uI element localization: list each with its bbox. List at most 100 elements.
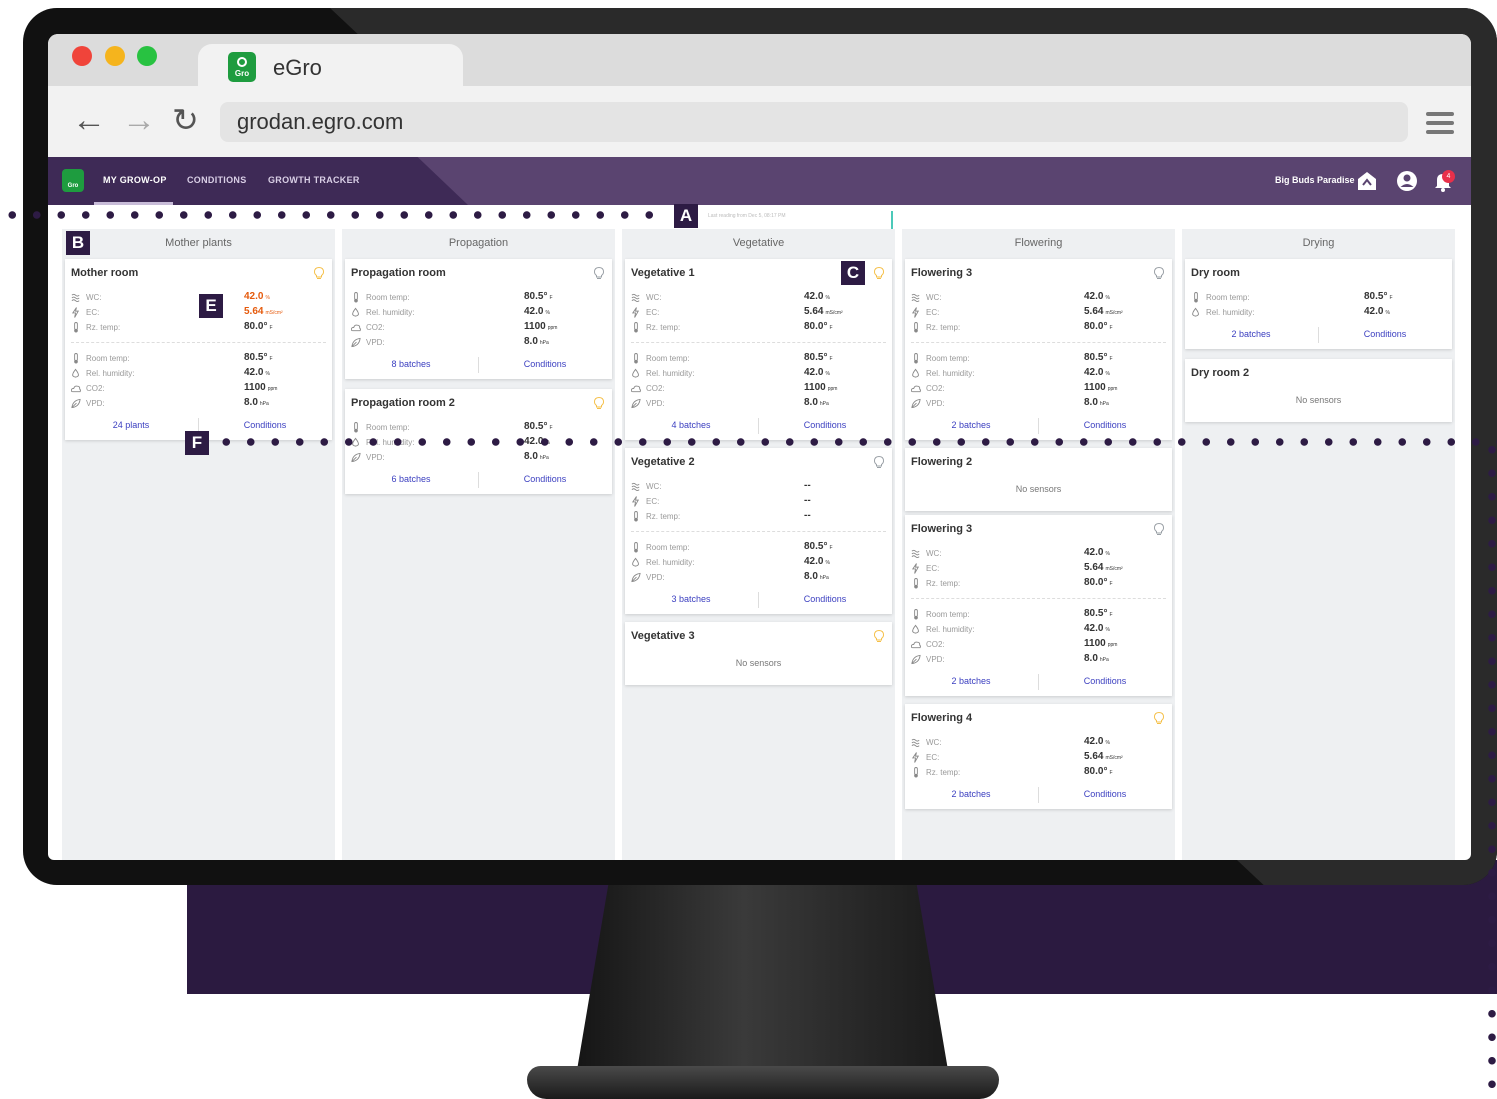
sensor-label: EC: bbox=[926, 564, 940, 573]
room-card[interactable]: Mother room WC: 42.0% EC: 5.64 mS/cm² Rz. temp… bbox=[65, 259, 332, 440]
room-card[interactable]: Vegetative 3 No sensors bbox=[625, 622, 892, 685]
sensor-row: VPD: 8.0 hPa bbox=[631, 397, 889, 411]
window-maximize-button[interactable] bbox=[137, 46, 157, 66]
water-content-icon bbox=[911, 549, 920, 559]
sensor-row: Room temp: 80.5° F bbox=[71, 352, 329, 366]
footer-separator bbox=[1038, 787, 1039, 803]
sensor-row: CO2: 1100 ppm bbox=[631, 382, 889, 396]
sensor-value: 5.64 mS/cm² bbox=[1084, 306, 1123, 317]
sensor-unit: hPa bbox=[1099, 657, 1109, 663]
sensor-label: Room temp: bbox=[646, 354, 690, 363]
room-title[interactable]: Dry room 2 bbox=[1191, 367, 1249, 379]
section-divider bbox=[911, 598, 1166, 599]
sensor-unit: % bbox=[1105, 551, 1110, 557]
thermometer-icon bbox=[914, 609, 918, 620]
sensor-value-number: 1100 bbox=[524, 321, 546, 332]
column-mother-plants: Mother plants Mother room WC: 42.0% EC: 5.64 m… bbox=[62, 229, 335, 860]
conditions-link[interactable]: Conditions bbox=[485, 474, 605, 484]
app-logo-icon[interactable]: Gro bbox=[62, 169, 84, 192]
conditions-link[interactable]: Conditions bbox=[1325, 329, 1445, 339]
conditions-link[interactable]: Conditions bbox=[765, 420, 885, 430]
room-title[interactable]: Dry room bbox=[1191, 267, 1240, 279]
annotation-dotted-line-f bbox=[214, 438, 1497, 446]
cloud-icon bbox=[351, 324, 361, 332]
conditions-link[interactable]: Conditions bbox=[1045, 420, 1165, 430]
room-title[interactable]: Propagation room 2 bbox=[351, 397, 455, 409]
room-title[interactable]: Vegetative 1 bbox=[631, 267, 695, 279]
user-account-icon[interactable] bbox=[1396, 170, 1418, 192]
sensor-label: Rel. humidity: bbox=[926, 625, 975, 634]
nav-my-grow-op[interactable]: MY GROW-OP bbox=[103, 175, 167, 185]
no-sensors-text: No sensors bbox=[735, 658, 782, 668]
hamburger-menu-icon[interactable] bbox=[1426, 112, 1454, 134]
conditions-link[interactable]: Conditions bbox=[765, 594, 885, 604]
sensor-row: Rel. humidity: 42.0% bbox=[351, 306, 609, 320]
sensor-value-number: 1100 bbox=[1084, 638, 1106, 649]
sensor-row: CO2: 1100 ppm bbox=[351, 321, 609, 335]
window-minimize-button[interactable] bbox=[105, 46, 125, 66]
organization-name[interactable]: Big Buds Paradise bbox=[1275, 175, 1355, 185]
back-arrow-icon[interactable]: ← bbox=[72, 100, 106, 140]
room-card[interactable]: Flowering 4 WC: 42.0% EC: 5.64 mS/cm² Rz. temp… bbox=[905, 704, 1172, 809]
batches-link[interactable]: 2 batches bbox=[911, 676, 1031, 686]
reload-icon[interactable]: ↻ bbox=[172, 100, 199, 140]
sensor-value: 42.0% bbox=[1084, 547, 1110, 558]
conditions-link[interactable]: Conditions bbox=[205, 420, 325, 430]
room-card[interactable]: Propagation room Room temp: 80.5° F Rel. hum… bbox=[345, 259, 612, 379]
forward-arrow-icon[interactable]: → bbox=[122, 100, 156, 140]
room-title[interactable]: Flowering 3 bbox=[911, 267, 972, 279]
sensor-value-number: 5.64 bbox=[1084, 562, 1104, 573]
nav-growth-tracker[interactable]: GROWTH TRACKER bbox=[268, 175, 360, 185]
section-divider bbox=[631, 531, 886, 532]
sensor-row: Rel. humidity: 42.0% bbox=[631, 556, 889, 570]
sensor-label: Room temp: bbox=[366, 293, 410, 302]
batches-link[interactable]: 2 batches bbox=[911, 420, 1031, 430]
room-title[interactable]: Flowering 3 bbox=[911, 523, 972, 535]
conditions-link[interactable]: Conditions bbox=[1045, 789, 1165, 799]
url-input[interactable] bbox=[220, 102, 1408, 142]
sensor-label: Rel. humidity: bbox=[646, 369, 695, 378]
batches-link[interactable]: 6 batches bbox=[351, 474, 471, 484]
room-title[interactable]: Propagation room bbox=[351, 267, 446, 279]
sensor-value: 42.0% bbox=[524, 306, 550, 317]
room-title[interactable]: Vegetative 2 bbox=[631, 456, 695, 468]
batches-link[interactable]: 24 plants bbox=[71, 420, 191, 430]
room-card[interactable]: Vegetative 2 WC: -- EC: -- Rz. temp: -- Room te… bbox=[625, 448, 892, 614]
light-bulb-off-icon bbox=[593, 266, 605, 280]
room-card[interactable]: Flowering 3 WC: 42.0% EC: 5.64 mS/cm² Rz. temp… bbox=[905, 259, 1172, 440]
batches-link[interactable]: 2 batches bbox=[1191, 329, 1311, 339]
conditions-link[interactable]: Conditions bbox=[485, 359, 605, 369]
sensor-unit: hPa bbox=[259, 401, 269, 407]
room-card[interactable]: Dry room 2 No sensors bbox=[1185, 359, 1452, 422]
sensor-label: CO2: bbox=[646, 384, 665, 393]
conditions-link[interactable]: Conditions bbox=[1045, 676, 1165, 686]
batches-link[interactable]: 8 batches bbox=[351, 359, 471, 369]
sensor-label: VPD: bbox=[646, 399, 665, 408]
room-card[interactable]: Vegetative 1 WC: 42.0% EC: 5.64 mS/cm² Rz. tem… bbox=[625, 259, 892, 440]
sensor-value: 8.0 hPa bbox=[524, 451, 549, 462]
column-title: Flowering bbox=[1014, 237, 1063, 249]
nav-conditions[interactable]: CONDITIONS bbox=[187, 175, 247, 185]
batches-link[interactable]: 2 batches bbox=[911, 789, 1031, 799]
sensor-value-number: 8.0 bbox=[804, 397, 818, 408]
room-card[interactable]: Dry room Room temp: 80.5° F Rel. humidity: 42… bbox=[1185, 259, 1452, 349]
sensor-unit: hPa bbox=[539, 455, 549, 461]
sensor-row: VPD: 8.0 hPa bbox=[911, 397, 1169, 411]
room-title[interactable]: Flowering 4 bbox=[911, 712, 972, 724]
batches-link[interactable]: 4 batches bbox=[631, 420, 751, 430]
room-card[interactable]: Flowering 2 No sensors bbox=[905, 448, 1172, 511]
sensor-value: 80.5° F bbox=[524, 421, 553, 432]
room-title[interactable]: Vegetative 3 bbox=[631, 630, 695, 642]
browser-tab[interactable]: Gro eGro bbox=[198, 44, 463, 86]
batches-link[interactable]: 3 batches bbox=[631, 594, 751, 604]
room-card[interactable]: Flowering 3 WC: 42.0% EC: 5.64 mS/cm² Rz. temp… bbox=[905, 515, 1172, 696]
sensor-value-number: 42.0 bbox=[804, 291, 824, 302]
room-title[interactable]: Mother room bbox=[71, 267, 138, 279]
room-title[interactable]: Flowering 2 bbox=[911, 456, 972, 468]
greenhouse-icon[interactable] bbox=[1356, 170, 1378, 192]
sensor-unit: mS/cm² bbox=[1105, 566, 1123, 572]
sensor-value-number: 1100 bbox=[804, 382, 826, 393]
window-close-button[interactable] bbox=[72, 46, 92, 66]
sensor-label: Room temp: bbox=[926, 354, 970, 363]
sensor-unit: ppm bbox=[547, 325, 558, 331]
